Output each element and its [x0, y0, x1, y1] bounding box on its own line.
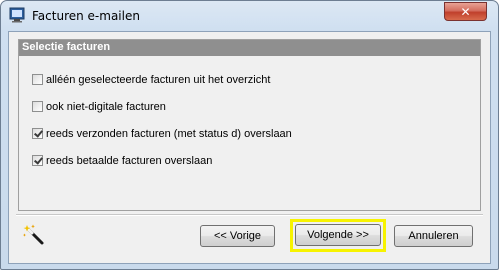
checkbox[interactable] [32, 74, 43, 85]
option-non-digital[interactable]: ook niet-digitale facturen [32, 99, 166, 114]
checkbox-label: reeds verzonden facturen (met status d) … [46, 127, 292, 140]
option-skip-sent[interactable]: reeds verzonden facturen (met status d) … [32, 126, 292, 141]
previous-button[interactable]: << Vorige [200, 225, 275, 247]
group-header: Selectie facturen [19, 40, 480, 56]
checkbox[interactable] [32, 128, 43, 139]
app-icon [9, 7, 25, 23]
dialog-content: Selectie facturen alléén geselecteerde f… [8, 31, 491, 264]
title-bar[interactable]: Facturen e-mailen ✕ [1, 1, 498, 30]
selection-groupbox: Selectie facturen alléén geselecteerde f… [18, 39, 481, 211]
checkbox-label: alléén geselecteerde facturen uit het ov… [46, 73, 271, 86]
separator [16, 214, 483, 216]
option-selected-only[interactable]: alléén geselecteerde facturen uit het ov… [32, 72, 270, 87]
window-title: Facturen e-mailen [32, 9, 140, 23]
option-skip-paid[interactable]: reeds betaalde facturen overslaan [32, 153, 212, 168]
checkbox[interactable] [32, 155, 43, 166]
next-button[interactable]: Volgende >> [295, 224, 381, 246]
checkbox-label: reeds betaalde facturen overslaan [46, 154, 213, 167]
checkbox[interactable] [32, 101, 43, 112]
dialog-window: Facturen e-mailen ✕ Selectie facturen al… [0, 0, 499, 270]
close-icon: ✕ [460, 4, 471, 19]
close-button[interactable]: ✕ [444, 2, 487, 21]
magic-wand-icon [22, 224, 45, 246]
cancel-button[interactable]: Annuleren [394, 225, 473, 247]
checkbox-label: ook niet-digitale facturen [46, 100, 166, 113]
group-title: Selectie facturen [22, 41, 111, 53]
